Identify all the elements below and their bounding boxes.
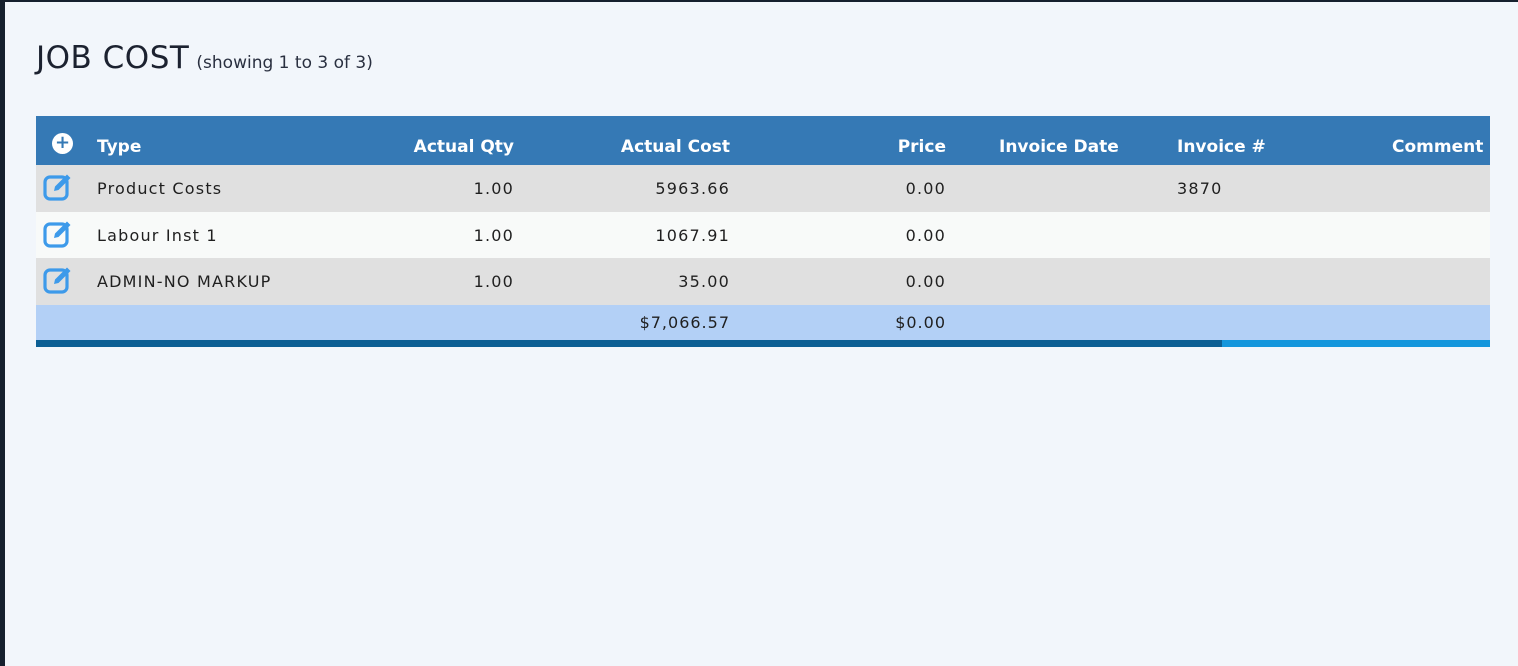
cell-actual-cost: 5963.66 [655,179,730,198]
edit-square-icon [43,221,71,248]
cell-comment [1392,165,1490,212]
table-row: Product Costs 1.00 5963.66 0.00 3870 [36,165,1490,212]
cell-price: 0.00 [905,179,946,198]
cell-actual-qty: 1.00 [473,272,514,291]
horizontal-scrollbar-track[interactable] [36,340,1222,347]
table-row: Labour Inst 1 1.00 1067.91 0.00 [36,212,1490,258]
cell-invoice-date [999,165,1159,212]
total-price: $0.00 [895,313,946,332]
cell-comment [1392,212,1490,258]
edit-square-icon [43,174,71,201]
totals-row: $7,066.57 $0.00 [36,305,1490,340]
table-row: ADMIN-NO MARKUP 1.00 35.00 0.00 [36,258,1490,305]
column-header-type[interactable]: Type [97,116,337,165]
cell-invoice-date [999,212,1159,258]
job-cost-table: + Type Actual Qty Actual Cost Price Invo… [36,116,1490,347]
page-heading: JOB COST (showing 1 to 3 of 3) [36,40,373,76]
cell-invoice-date [999,258,1159,305]
column-header-invoice-date[interactable]: Invoice Date [999,116,1159,165]
window-frame-top [0,0,1518,2]
cell-type: Product Costs [97,179,223,198]
add-row-button[interactable]: + [52,133,73,154]
cell-actual-qty: 1.00 [473,179,514,198]
cell-type: ADMIN-NO MARKUP [97,272,272,291]
edit-row-button[interactable] [43,218,74,249]
column-header-invoice-number[interactable]: Invoice # [1177,116,1337,165]
cell-price: 0.00 [905,225,946,245]
page-title: JOB COST [36,40,190,76]
column-header-actual-qty[interactable]: Actual Qty [366,116,514,165]
horizontal-scrollbar-thumb[interactable] [1222,340,1490,347]
cell-invoice-number: 3870 [1177,179,1223,198]
record-count: (showing 1 to 3 of 3) [196,53,373,73]
edit-square-icon [43,267,71,294]
cell-invoice-number [1177,212,1337,258]
column-header-actual-cost[interactable]: Actual Cost [556,116,730,165]
total-actual-cost: $7,066.57 [639,313,730,332]
cell-actual-cost: 1067.91 [655,225,730,245]
cell-actual-cost: 35.00 [678,272,730,291]
plus-circle-icon: + [54,132,71,153]
cell-comment [1392,258,1490,305]
edit-row-button[interactable] [43,264,74,295]
cell-actual-qty: 1.00 [473,225,514,245]
edit-row-button[interactable] [43,171,74,202]
column-header-comment[interactable]: Comment [1392,116,1490,165]
window-frame-left [0,0,5,666]
cell-invoice-number [1177,258,1337,305]
table-header: + Type Actual Qty Actual Cost Price Invo… [36,116,1490,165]
cell-type: Labour Inst 1 [97,225,218,245]
cell-price: 0.00 [905,272,946,291]
column-header-price[interactable]: Price [766,116,946,165]
